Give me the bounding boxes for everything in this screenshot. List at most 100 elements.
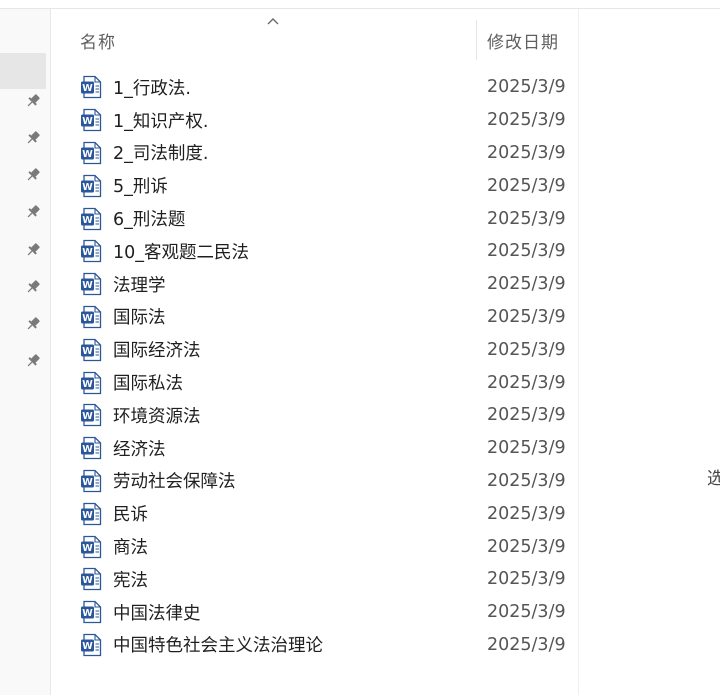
file-row[interactable]: W 经济法 2025/3/9: [78, 432, 578, 465]
file-date-modified: 2025/3/9: [487, 241, 566, 262]
file-date-modified: 2025/3/9: [487, 438, 566, 459]
file-row[interactable]: W 1_知识产权. 2025/3/9: [78, 104, 578, 137]
svg-text:W: W: [82, 346, 93, 357]
word-document-icon: W: [80, 207, 102, 231]
file-name: 民诉: [113, 505, 148, 526]
details-pane-text: 选: [707, 469, 720, 489]
file-row[interactable]: W 环境资源法 2025/3/9: [78, 399, 578, 432]
file-name: 1_知识产权.: [113, 111, 209, 132]
word-document-icon: W: [80, 600, 102, 624]
pin-icon[interactable]: [23, 351, 43, 371]
svg-text:W: W: [82, 575, 93, 586]
word-document-icon: W: [80, 567, 102, 591]
file-date-modified: 2025/3/9: [487, 503, 566, 524]
file-date-modified: 2025/3/9: [487, 372, 566, 393]
svg-text:W: W: [82, 116, 93, 127]
word-document-icon: W: [80, 239, 102, 263]
file-date-modified: 2025/3/9: [487, 569, 566, 590]
file-name: 经济法: [113, 439, 166, 460]
svg-text:W: W: [82, 182, 93, 193]
word-document-icon: W: [80, 502, 102, 526]
file-row[interactable]: W 法理学 2025/3/9: [78, 268, 578, 301]
pin-icon[interactable]: [23, 314, 43, 334]
svg-text:W: W: [82, 543, 93, 554]
column-separator[interactable]: [476, 20, 477, 60]
svg-text:W: W: [82, 215, 93, 226]
pin-icon[interactable]: [23, 277, 43, 297]
file-row[interactable]: W 中国特色社会主义法治理论 2025/3/9: [78, 629, 578, 662]
file-row[interactable]: W 劳动社会保障法 2025/3/9: [78, 465, 578, 498]
file-date-modified: 2025/3/9: [487, 208, 566, 229]
svg-text:W: W: [82, 379, 93, 390]
file-date-modified: 2025/3/9: [487, 470, 566, 491]
file-name: 宪法: [113, 570, 148, 591]
window-top-border: [0, 0, 720, 9]
pin-icon[interactable]: [23, 165, 43, 185]
file-row[interactable]: W 2_司法制度. 2025/3/9: [78, 137, 578, 170]
file-name: 国际法: [113, 308, 166, 329]
word-document-icon: W: [80, 174, 102, 198]
svg-text:W: W: [82, 444, 93, 455]
file-date-modified: 2025/3/9: [487, 175, 566, 196]
file-date-modified: 2025/3/9: [487, 142, 566, 163]
pin-icon[interactable]: [23, 202, 43, 222]
chevron-up-icon: [265, 12, 281, 25]
file-row[interactable]: W 1_行政法. 2025/3/9: [78, 71, 578, 104]
svg-text:W: W: [82, 608, 93, 619]
svg-text:W: W: [82, 83, 93, 94]
word-document-icon: W: [80, 535, 102, 559]
file-date-modified: 2025/3/9: [487, 405, 566, 426]
file-name: 法理学: [113, 275, 166, 296]
file-row[interactable]: W 10_客观题二民法 2025/3/9: [78, 235, 578, 268]
file-date-modified: 2025/3/9: [487, 339, 566, 360]
file-row[interactable]: W 国际法 2025/3/9: [78, 301, 578, 334]
file-name: 环境资源法: [113, 406, 201, 427]
svg-text:W: W: [82, 510, 93, 521]
word-document-icon: W: [80, 75, 102, 99]
file-name: 中国法律史: [113, 603, 201, 624]
file-name: 5_刑诉: [113, 177, 168, 198]
file-name: 商法: [113, 538, 148, 559]
file-row[interactable]: W 中国法律史 2025/3/9: [78, 596, 578, 629]
file-date-modified: 2025/3/9: [487, 634, 566, 655]
file-row[interactable]: W 商法 2025/3/9: [78, 530, 578, 563]
file-date-modified: 2025/3/9: [487, 602, 566, 623]
file-name: 国际私法: [113, 374, 183, 395]
word-document-icon: W: [80, 272, 102, 296]
file-row[interactable]: W 宪法 2025/3/9: [78, 563, 578, 596]
file-date-modified: 2025/3/9: [487, 536, 566, 557]
svg-text:W: W: [82, 411, 93, 422]
pin-icon[interactable]: [23, 240, 43, 260]
file-date-modified: 2025/3/9: [487, 77, 566, 98]
file-date-modified: 2025/3/9: [487, 110, 566, 131]
word-document-icon: W: [80, 141, 102, 165]
file-name: 10_客观题二民法: [113, 242, 250, 263]
file-name: 劳动社会保障法: [113, 472, 236, 493]
column-header-date-modified[interactable]: 修改日期: [487, 28, 559, 53]
word-document-icon: W: [80, 305, 102, 329]
column-header-name[interactable]: 名称: [80, 28, 116, 53]
svg-text:W: W: [82, 149, 93, 160]
svg-text:W: W: [82, 641, 93, 652]
file-row[interactable]: W 国际经济法 2025/3/9: [78, 333, 578, 366]
file-row[interactable]: W 6_刑法题 2025/3/9: [78, 202, 578, 235]
svg-text:W: W: [82, 247, 93, 258]
pin-icon[interactable]: [23, 128, 43, 148]
word-document-icon: W: [80, 338, 102, 362]
file-row[interactable]: W 5_刑诉 2025/3/9: [78, 169, 578, 202]
svg-text:W: W: [82, 313, 93, 324]
word-document-icon: W: [80, 469, 102, 493]
file-name: 国际经济法: [113, 341, 201, 362]
file-list: W 1_行政法. 2025/3/9 W 1_知识产权. 2025/3/9 W 2…: [78, 71, 578, 661]
file-row[interactable]: W 民诉 2025/3/9: [78, 497, 578, 530]
file-name: 1_行政法.: [113, 78, 191, 99]
file-name: 2_司法制度.: [113, 144, 209, 165]
word-document-icon: W: [80, 436, 102, 460]
nav-item-selected[interactable]: [0, 53, 46, 89]
pin-icon[interactable]: [23, 91, 43, 111]
word-document-icon: W: [80, 108, 102, 132]
word-document-icon: W: [80, 403, 102, 427]
word-document-icon: W: [80, 633, 102, 657]
file-date-modified: 2025/3/9: [487, 274, 566, 295]
file-row[interactable]: W 国际私法 2025/3/9: [78, 366, 578, 399]
